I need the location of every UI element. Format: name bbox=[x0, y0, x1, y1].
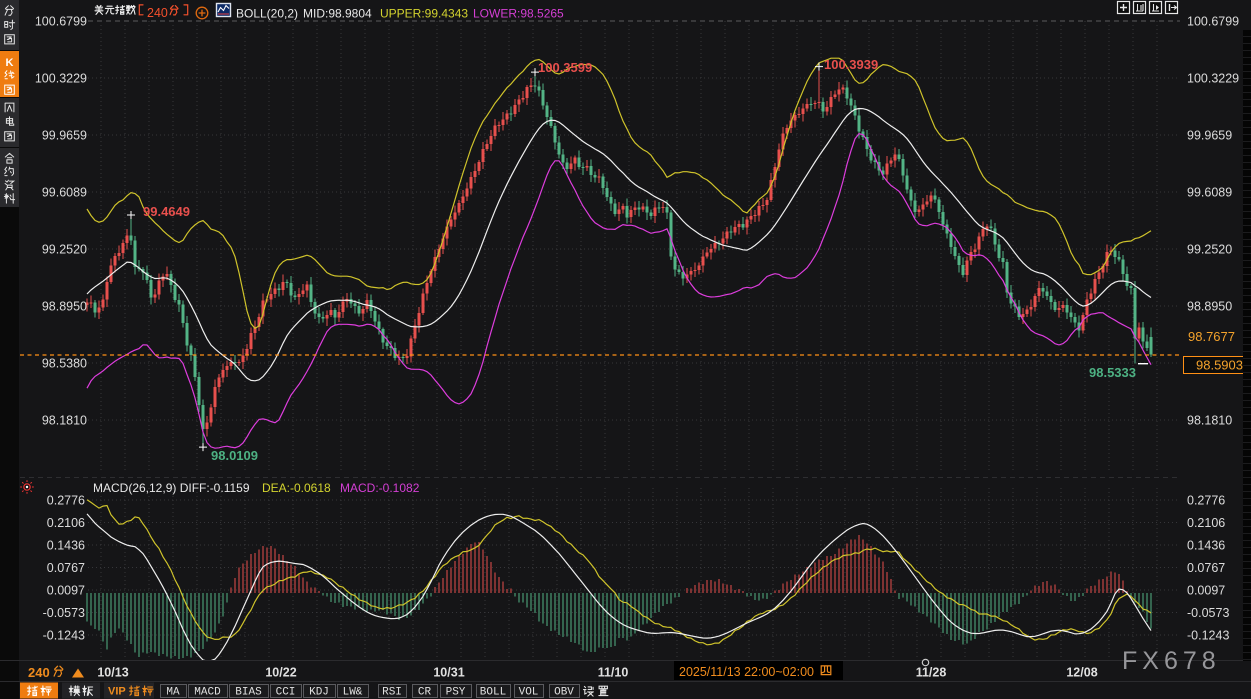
svg-text:DEA:-0.0618: DEA:-0.0618 bbox=[262, 481, 331, 495]
svg-text:240: 240 bbox=[28, 665, 50, 680]
svg-text:0.2776: 0.2776 bbox=[1187, 494, 1225, 508]
svg-text:0.2106: 0.2106 bbox=[47, 516, 85, 530]
svg-text:10/22: 10/22 bbox=[265, 666, 296, 680]
svg-text:99.9659: 99.9659 bbox=[1187, 129, 1232, 143]
svg-text:BOLL: BOLL bbox=[480, 687, 506, 699]
svg-text:MACD(26,12,9) DIFF:-0.1159: MACD(26,12,9) DIFF:-0.1159 bbox=[93, 481, 250, 495]
svg-text:100.3939: 100.3939 bbox=[824, 57, 878, 72]
svg-text:98.8950: 98.8950 bbox=[42, 300, 87, 314]
svg-text:0.0097: 0.0097 bbox=[47, 584, 85, 598]
svg-text:OBV: OBV bbox=[554, 687, 574, 699]
svg-text:0.0767: 0.0767 bbox=[47, 561, 85, 575]
svg-text:98.8950: 98.8950 bbox=[1187, 300, 1232, 314]
svg-text:99.4649: 99.4649 bbox=[143, 204, 190, 219]
svg-text:KDJ: KDJ bbox=[309, 687, 329, 699]
svg-text:-0.1243: -0.1243 bbox=[1187, 629, 1229, 643]
svg-text:100.6799: 100.6799 bbox=[1187, 15, 1239, 29]
svg-text:98.1810: 98.1810 bbox=[42, 414, 87, 428]
svg-text:99.2520: 99.2520 bbox=[42, 243, 87, 257]
svg-text:-0.0573: -0.0573 bbox=[1187, 606, 1229, 620]
svg-text:VIP: VIP bbox=[108, 686, 126, 698]
svg-text:UPPER:99.4343: UPPER:99.4343 bbox=[380, 7, 468, 21]
svg-text:100.3599: 100.3599 bbox=[538, 60, 592, 75]
svg-text:98.5333: 98.5333 bbox=[1089, 365, 1136, 380]
svg-text:BOLL(20,2): BOLL(20,2) bbox=[236, 7, 298, 21]
svg-text:MID:98.9804: MID:98.9804 bbox=[303, 7, 372, 21]
svg-text:100.3229: 100.3229 bbox=[35, 72, 87, 86]
svg-text:-0.1243: -0.1243 bbox=[43, 629, 85, 643]
svg-text:0.0767: 0.0767 bbox=[1187, 561, 1225, 575]
svg-text:LOWER:98.5265: LOWER:98.5265 bbox=[473, 7, 564, 21]
svg-text:240: 240 bbox=[147, 6, 168, 20]
svg-text:100.6799: 100.6799 bbox=[35, 15, 87, 29]
svg-text:RSI: RSI bbox=[382, 687, 402, 699]
svg-text:CR: CR bbox=[418, 687, 432, 699]
svg-text:BIAS: BIAS bbox=[235, 687, 262, 699]
svg-text:99.2520: 99.2520 bbox=[1187, 243, 1232, 257]
svg-text:99.6089: 99.6089 bbox=[1187, 186, 1232, 200]
svg-text:-0.0573: -0.0573 bbox=[43, 606, 85, 620]
svg-text:0.1436: 0.1436 bbox=[1187, 539, 1225, 553]
svg-text:98.7677: 98.7677 bbox=[1188, 329, 1235, 344]
svg-text:98.5380: 98.5380 bbox=[42, 357, 87, 371]
svg-text:10/13: 10/13 bbox=[97, 666, 128, 680]
svg-text:PSY: PSY bbox=[446, 687, 466, 699]
svg-text:98.5903: 98.5903 bbox=[1196, 358, 1243, 373]
svg-text:10/31: 10/31 bbox=[433, 666, 464, 680]
svg-text:MA: MA bbox=[166, 687, 180, 699]
svg-text:VOL: VOL bbox=[519, 687, 539, 699]
svg-text:MACD:-0.1082: MACD:-0.1082 bbox=[340, 481, 420, 495]
svg-text:2025/11/13 22:00~02:00: 2025/11/13 22:00~02:00 bbox=[679, 665, 814, 679]
svg-text:0.1436: 0.1436 bbox=[47, 539, 85, 553]
svg-text:11/28: 11/28 bbox=[916, 666, 947, 680]
svg-text:MACD: MACD bbox=[194, 687, 221, 699]
svg-text:99.9659: 99.9659 bbox=[42, 129, 87, 143]
svg-text:99.6089: 99.6089 bbox=[42, 186, 87, 200]
svg-text:0.2776: 0.2776 bbox=[47, 494, 85, 508]
svg-text:0.0097: 0.0097 bbox=[1187, 584, 1225, 598]
svg-text:11/10: 11/10 bbox=[598, 666, 629, 680]
svg-text:LW&: LW& bbox=[343, 687, 363, 699]
svg-text:100.3229: 100.3229 bbox=[1187, 72, 1239, 86]
svg-text:CCI: CCI bbox=[276, 687, 296, 699]
svg-text:98.1810: 98.1810 bbox=[1187, 414, 1232, 428]
svg-text:98.0109: 98.0109 bbox=[211, 448, 258, 463]
svg-text:FX678: FX678 bbox=[1122, 647, 1221, 675]
svg-text:12/08: 12/08 bbox=[1066, 666, 1097, 680]
svg-text:K: K bbox=[6, 57, 14, 69]
svg-text:0.2106: 0.2106 bbox=[1187, 516, 1225, 530]
